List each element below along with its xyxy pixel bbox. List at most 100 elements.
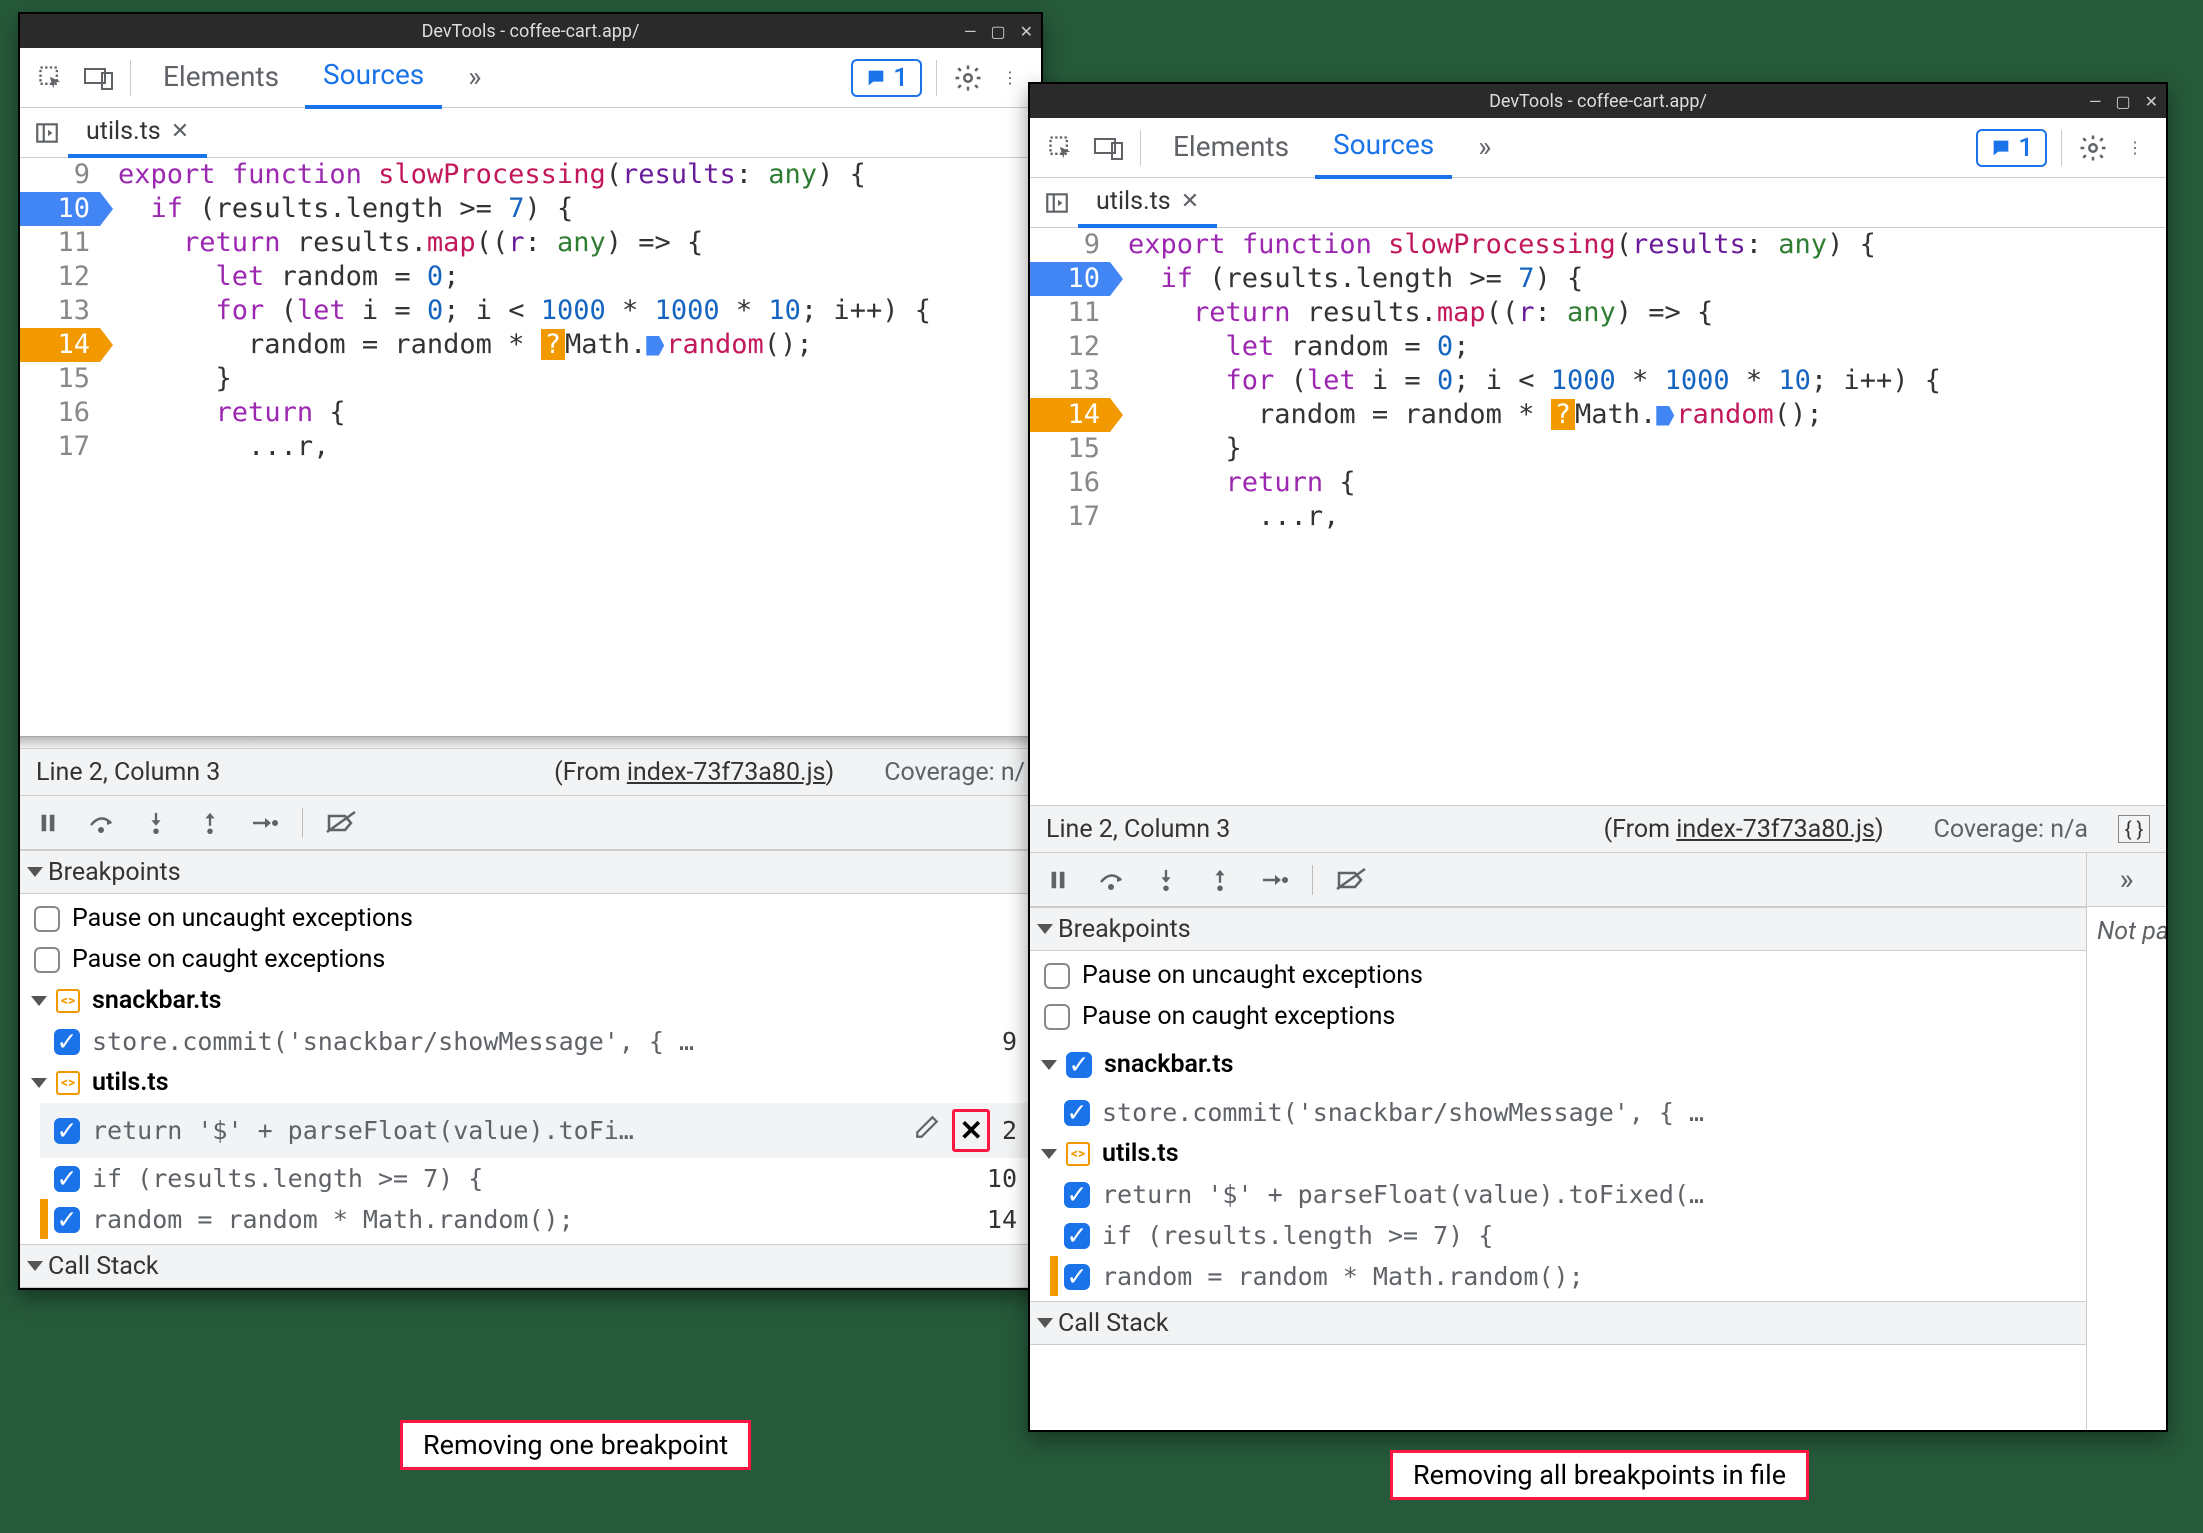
inspect-icon[interactable] [1044, 131, 1078, 165]
code-editor[interactable]: 91011121314?151617 export function slowP… [1030, 228, 2166, 805]
gutter-line[interactable]: 14? [1030, 398, 1110, 432]
gutter-line[interactable]: 14? [20, 328, 100, 362]
device-mode-icon[interactable] [1092, 131, 1126, 165]
expand-icon[interactable] [1041, 1060, 1057, 1070]
step-out-icon[interactable] [1204, 864, 1236, 896]
close-tab-icon[interactable]: ✕ [1181, 189, 1199, 214]
horizontal-scrollbar[interactable] [20, 736, 1041, 748]
gutter-line[interactable]: 13 [1030, 364, 1110, 398]
gutter-line[interactable]: 16 [20, 396, 100, 430]
breakpoint-checkbox[interactable]: ✓ [1064, 1100, 1090, 1126]
breakpoint-item[interactable]: ✓ if (results.length >= 7) { 10 [1050, 1215, 2166, 1256]
code-line[interactable]: return { [1128, 466, 2166, 500]
console-message-badge[interactable]: 1 [1976, 129, 2047, 167]
gutter-line[interactable]: 10 [1030, 262, 1110, 296]
breakpoint-checkbox[interactable]: ✓ [1064, 1182, 1090, 1208]
code-line[interactable]: return results.map((r: any) => { [1128, 296, 2166, 330]
step-into-icon[interactable] [140, 807, 172, 839]
deactivate-breakpoints-icon[interactable] [325, 807, 357, 839]
gutter-line[interactable]: 9 [1030, 228, 1110, 262]
breakpoint-file-snackbar[interactable]: ✓ snackbar.ts ✕ [1030, 1037, 2166, 1092]
code-line[interactable]: export function slowProcessing(results: … [1128, 228, 2166, 262]
gutter-line[interactable]: 11 [20, 226, 100, 260]
breakpoints-section-header[interactable]: Breakpoints [20, 850, 1041, 894]
breakpoint-item[interactable]: ✓ random = random * Math.random(); 14 [1050, 1256, 2166, 1297]
code-line[interactable]: let random = 0; [1128, 330, 2166, 364]
remove-breakpoint-icon[interactable]: ✕ [959, 1114, 982, 1147]
gutter-line[interactable]: 9 [20, 158, 100, 192]
code-line[interactable]: } [118, 362, 1041, 396]
inspect-icon[interactable] [34, 61, 68, 95]
checkbox-uncaught[interactable] [1044, 963, 1070, 989]
code-line[interactable]: for (let i = 0; i < 1000 * 1000 * 10; i+… [1128, 364, 2166, 398]
gutter-line[interactable]: 10 [20, 192, 100, 226]
kebab-menu-icon[interactable]: ⋮ [2118, 131, 2152, 165]
checkbox-caught[interactable] [1044, 1004, 1070, 1030]
sourcemap-link[interactable]: index-73f73a80.js [627, 758, 826, 787]
breakpoint-checkbox[interactable]: ✓ [1064, 1223, 1090, 1249]
gutter[interactable]: 91011121314?151617 [1030, 228, 1110, 805]
settings-icon[interactable] [2076, 131, 2110, 165]
gutter-line[interactable]: 16 [1030, 466, 1110, 500]
step-over-icon[interactable] [86, 807, 118, 839]
close-tab-icon[interactable]: ✕ [171, 119, 189, 144]
tab-elements[interactable]: Elements [145, 48, 297, 107]
window-maximize-icon[interactable]: ▢ [2115, 92, 2130, 111]
window-minimize-icon[interactable]: — [2089, 92, 2102, 111]
gutter-line[interactable]: 15 [20, 362, 100, 396]
code-line[interactable]: random = random * ?Math.random(); [1128, 398, 2166, 432]
breakpoint-checkbox[interactable]: ✓ [54, 1166, 80, 1192]
console-message-badge[interactable]: 1 [851, 59, 922, 97]
code-line[interactable]: ...r, [1128, 500, 2166, 534]
breakpoint-checkbox[interactable]: ✓ [1064, 1264, 1090, 1290]
code-line[interactable]: let random = 0; [118, 260, 1041, 294]
window-minimize-icon[interactable]: — [964, 22, 977, 41]
gutter-line[interactable]: 13 [20, 294, 100, 328]
step-into-icon[interactable] [1150, 864, 1182, 896]
gutter-line[interactable]: 17 [20, 430, 100, 464]
pause-icon[interactable] [32, 807, 64, 839]
tab-more[interactable]: » [450, 48, 499, 107]
code-line[interactable]: return results.map((r: any) => { [118, 226, 1041, 260]
breakpoint-file-utils[interactable]: <> utils.ts [1030, 1133, 2166, 1174]
step-icon[interactable] [1258, 864, 1290, 896]
breakpoint-checkbox[interactable]: ✓ [54, 1207, 80, 1233]
gutter-line[interactable]: 17 [1030, 500, 1110, 534]
gutter-line[interactable]: 11 [1030, 296, 1110, 330]
code-line[interactable]: if (results.length >= 7) { [118, 192, 1041, 226]
code-line[interactable]: if (results.length >= 7) { [1128, 262, 2166, 296]
code-line[interactable]: export function slowProcessing(results: … [118, 158, 1041, 192]
expand-icon[interactable] [1041, 1149, 1057, 1159]
code-editor[interactable]: 91011121314?151617 export function slowP… [20, 158, 1041, 736]
device-mode-icon[interactable] [82, 61, 116, 95]
breakpoint-file-snackbar[interactable]: <> snackbar.ts [20, 980, 1041, 1021]
breakpoint-item[interactable]: ✓ random = random * Math.random(); 14 [40, 1199, 1041, 1240]
file-tab-utils[interactable]: utils.ts ✕ [1078, 177, 1217, 228]
tab-sources[interactable]: Sources [305, 46, 442, 109]
window-maximize-icon[interactable]: ▢ [990, 22, 1005, 41]
step-icon[interactable] [248, 807, 280, 839]
kebab-menu-icon[interactable]: ⋮ [993, 61, 1027, 95]
gutter-line[interactable]: 12 [20, 260, 100, 294]
code-area[interactable]: export function slowProcessing(results: … [100, 158, 1041, 736]
tab-more[interactable]: » [1460, 118, 1509, 177]
show-navigator-icon[interactable] [1036, 190, 1078, 216]
pause-icon[interactable] [1042, 864, 1074, 896]
code-line[interactable]: ...r, [118, 430, 1041, 464]
breakpoint-checkbox[interactable]: ✓ [54, 1118, 80, 1144]
step-out-icon[interactable] [194, 807, 226, 839]
gutter-line[interactable]: 15 [1030, 432, 1110, 466]
callstack-section-header[interactable]: Call Stack [1030, 1301, 2166, 1345]
code-line[interactable]: for (let i = 0; i < 1000 * 1000 * 10; i+… [118, 294, 1041, 328]
breakpoint-item[interactable]: ✓ store.commit('snackbar/showMessage', {… [40, 1021, 1041, 1062]
tab-sources[interactable]: Sources [1315, 116, 1452, 179]
expand-icon[interactable] [31, 1078, 47, 1088]
expand-icon[interactable] [31, 996, 47, 1006]
breakpoint-item[interactable]: ✓ return '$' + parseFloat(value).toFi… ✕… [40, 1103, 1041, 1158]
show-navigator-icon[interactable] [26, 120, 68, 146]
breakpoint-item[interactable]: ✓ store.commit('snackbar/showMessage', {… [1050, 1092, 2166, 1133]
breakpoint-item[interactable]: ✓ if (results.length >= 7) { 10 [40, 1158, 1041, 1199]
more-tabs-icon[interactable]: » [2087, 853, 2166, 907]
code-line[interactable]: return { [118, 396, 1041, 430]
breakpoints-section-header[interactable]: Breakpoints [1030, 907, 2166, 951]
